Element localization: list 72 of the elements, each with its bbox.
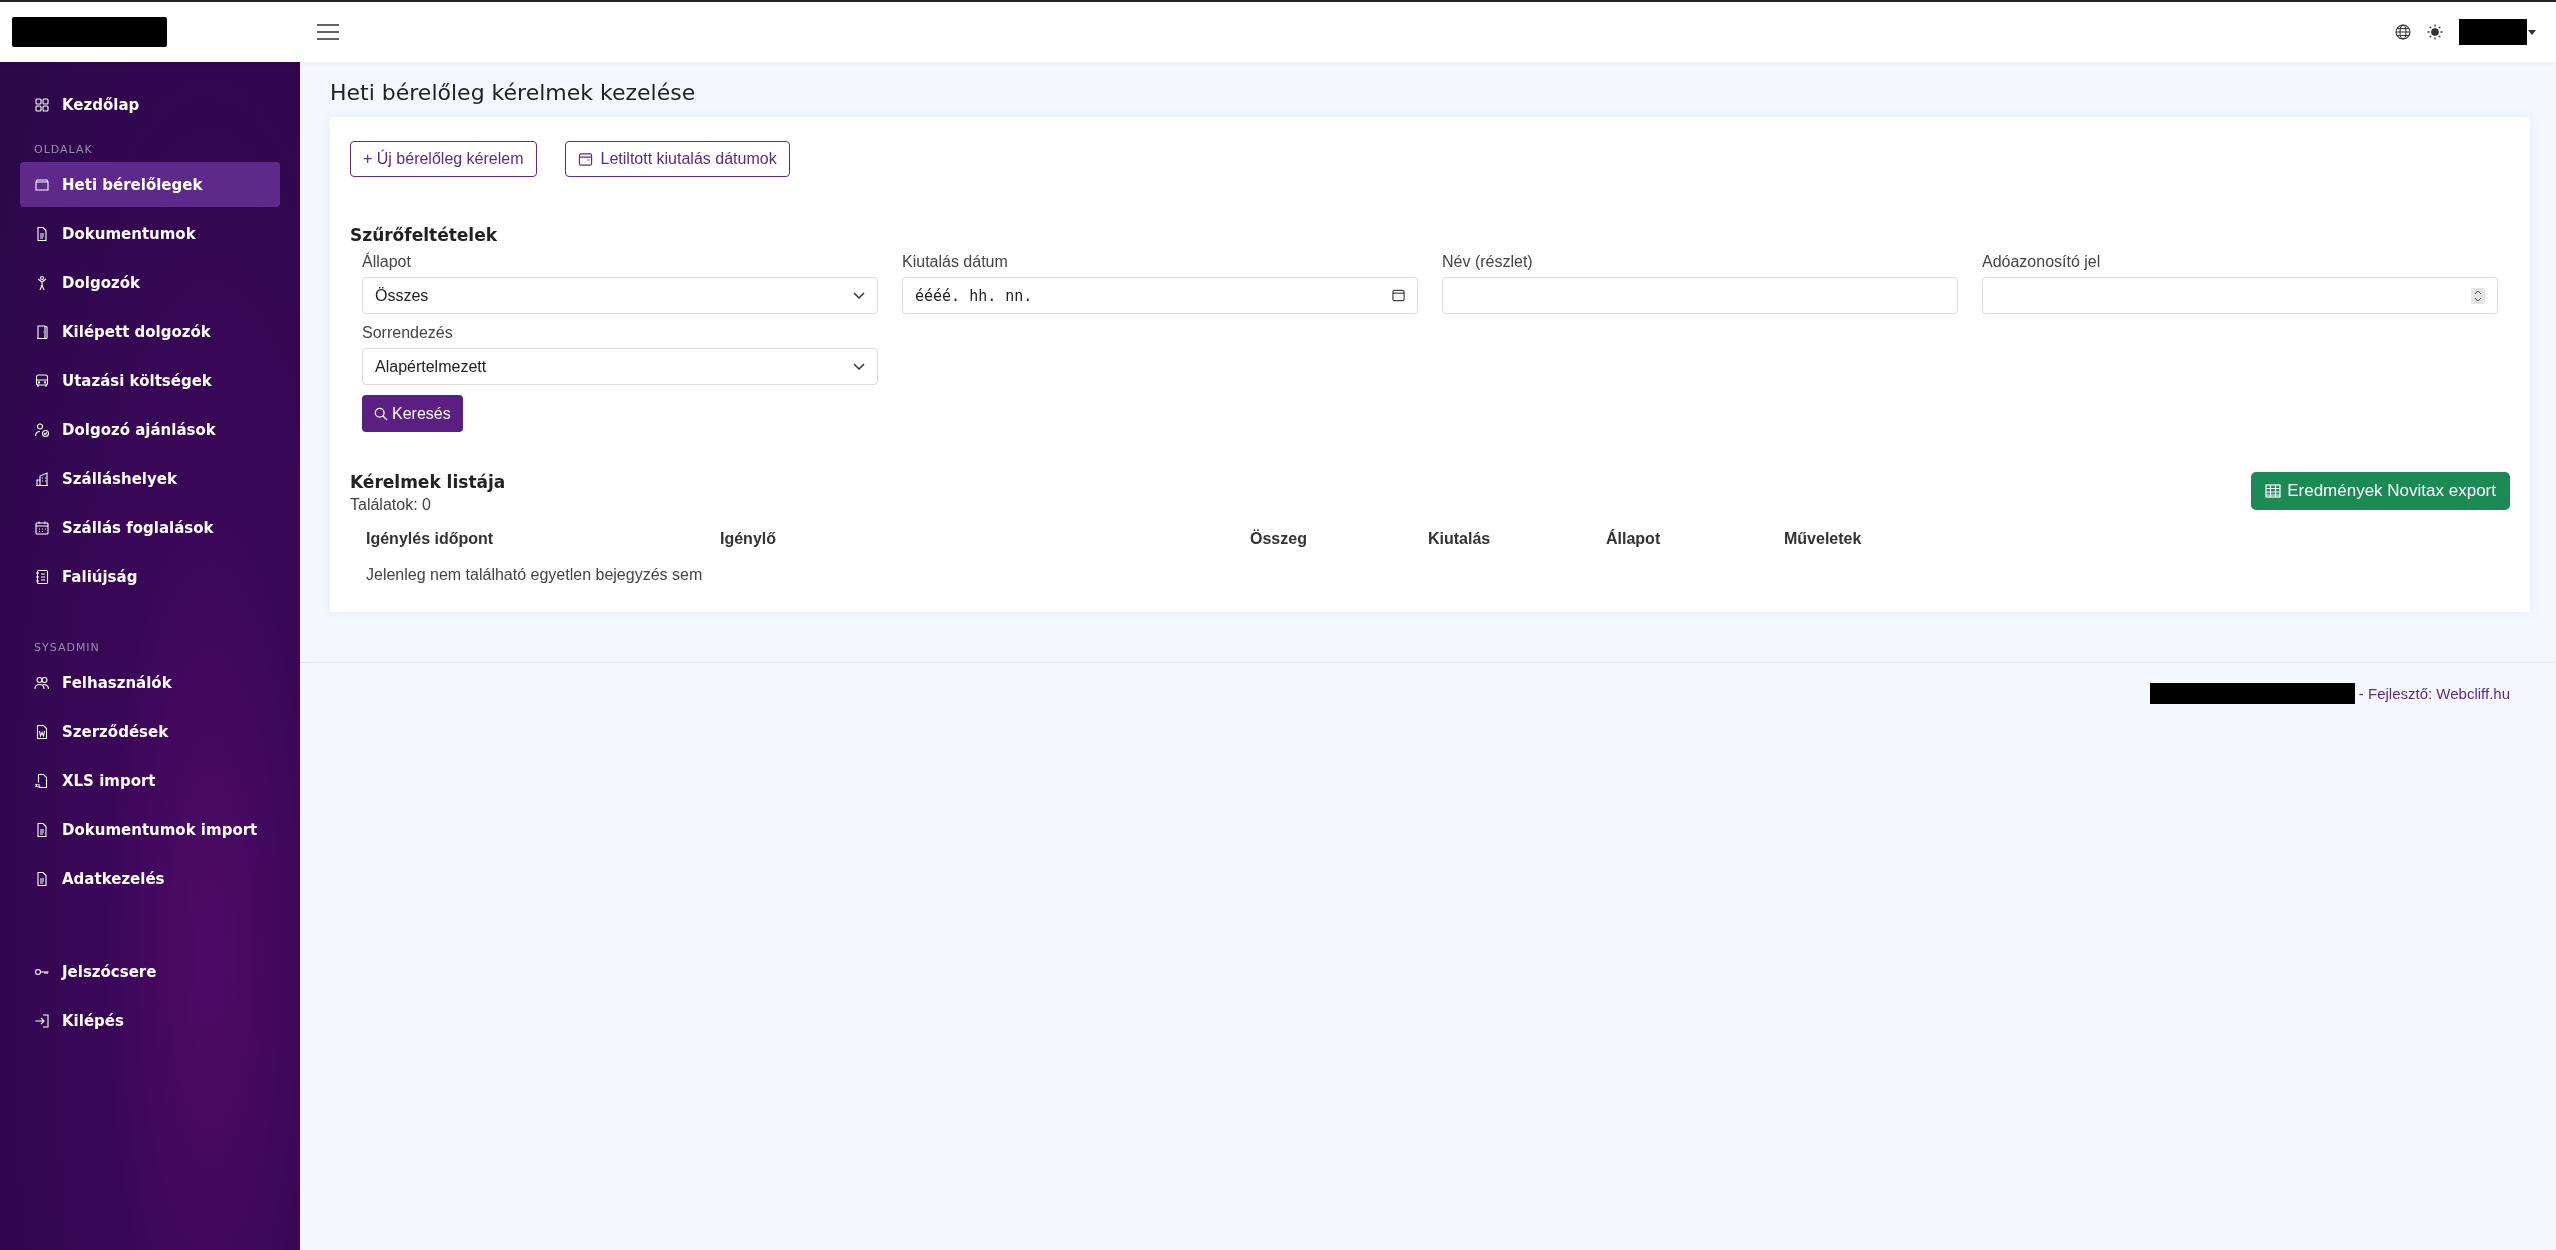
- section-title: Kérelmek listája: [350, 472, 506, 492]
- sidebar-item[interactable]: Kilépett dolgozók: [20, 309, 280, 354]
- sidebar-item[interactable]: Szállás foglalások: [20, 505, 280, 550]
- sidebar-item[interactable]: Felhasználók: [20, 660, 280, 705]
- column-header: Kiutalás: [1427, 529, 1492, 549]
- sidebar-item[interactable]: Heti bérelőlegek: [20, 162, 280, 207]
- document-icon: [34, 225, 50, 242]
- calendar-icon: [34, 519, 50, 536]
- folder-icon: [34, 176, 50, 193]
- sidebar-item[interactable]: Dolgozó ajánlások: [20, 407, 280, 452]
- users-icon: [34, 674, 50, 691]
- grid-icon: [34, 96, 50, 113]
- developer-link[interactable]: - Fejlesztő: Webcliff.hu: [2358, 685, 2510, 702]
- notebook-icon: [34, 568, 50, 585]
- input-field[interactable]: [1442, 277, 1958, 314]
- sidebar-item[interactable]: XLS import: [20, 758, 280, 803]
- column-header: Összeg: [1249, 528, 1308, 549]
- sidebar-item[interactable]: Adatkezelés: [20, 856, 280, 901]
- calendar-icon: [577, 151, 593, 167]
- sidebar-item[interactable]: Szálláshelyek: [20, 456, 280, 501]
- caret-icon[interactable]: [2528, 29, 2536, 35]
- calendar-icon: [1392, 289, 1405, 302]
- chevron-icon: [853, 362, 865, 371]
- document-icon: [34, 870, 50, 887]
- date-field[interactable]: éééé. hh. nn.: [902, 277, 1418, 314]
- login-icon: [34, 1012, 50, 1029]
- result-count: Találatok: 0: [350, 496, 432, 514]
- search-button[interactable]: Keresés: [362, 395, 463, 432]
- empty-message: Jelenleg nem található egyetlen bejegyzés sem: [365, 565, 704, 585]
- table-icon: [2265, 483, 2282, 499]
- column-header: Igénylés időpont: [365, 529, 495, 549]
- sidebar-item[interactable]: Dokumentumok import: [20, 807, 280, 852]
- page-title: Heti bérelőleg kérelmek kezelése: [329, 79, 697, 107]
- section-heading: SYSADMIN: [33, 640, 101, 656]
- field-label: Név (részlet): [1442, 253, 1534, 271]
- outline-button[interactable]: + Új bérelőleg kérelem: [350, 141, 537, 177]
- building-icon: [34, 470, 50, 487]
- xls-file-icon: [34, 772, 50, 789]
- word-file-icon: [34, 723, 50, 740]
- column-header: Igénylő: [719, 529, 777, 549]
- select-field[interactable]: Alapértelmezett: [362, 348, 878, 385]
- menu-icon[interactable]: [317, 24, 339, 40]
- column-header: Állapot: [1605, 528, 1662, 549]
- select-field[interactable]: Összes: [362, 277, 878, 314]
- person-check-icon: [34, 421, 50, 438]
- field-label: Sorrendezés: [362, 324, 454, 342]
- sidebar-item[interactable]: Kezdőlap: [20, 82, 280, 127]
- column-header: Műveletek: [1783, 529, 1863, 549]
- globe-icon[interactable]: [2395, 24, 2411, 40]
- section-title: Szűrőfeltételek: [350, 225, 499, 245]
- sidebar-item[interactable]: Kilépés: [20, 998, 280, 1043]
- export-button[interactable]: Eredmények Novitax export: [2251, 472, 2510, 510]
- number-field[interactable]: [1982, 277, 2498, 314]
- chevron-icon: [853, 291, 865, 300]
- sidebar-item[interactable]: Utazási költségek: [20, 358, 280, 403]
- sun-icon[interactable]: [2427, 24, 2443, 40]
- bus-icon: [34, 372, 50, 389]
- field-label: Adóazonosító jel: [1982, 253, 2102, 271]
- section-heading: OLDALAK: [33, 142, 94, 158]
- sidebar-item[interactable]: Faliújság: [20, 554, 280, 599]
- sidebar-item[interactable]: Dolgozók: [20, 260, 280, 305]
- redacted-block: [2459, 19, 2527, 45]
- outline-button[interactable]: Letiltott kiutalás dátumok: [564, 141, 790, 177]
- document-icon: [34, 821, 50, 838]
- search-icon: [374, 406, 388, 421]
- sidebar-item[interactable]: Szerződések: [20, 709, 280, 754]
- sidebar-item[interactable]: Dokumentumok: [20, 211, 280, 256]
- sidebar-item[interactable]: Jelszócsere: [20, 949, 280, 994]
- spinner-icon: [2471, 287, 2485, 304]
- field-label: Állapot: [362, 253, 412, 271]
- field-label: Kiutalás dátum: [902, 253, 1009, 271]
- door-icon: [34, 323, 50, 340]
